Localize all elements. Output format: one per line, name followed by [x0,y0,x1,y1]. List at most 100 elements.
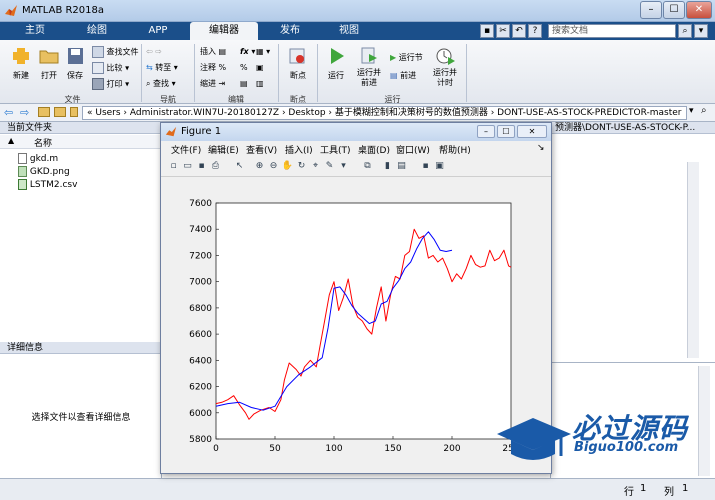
link-plot-icon[interactable]: ⧉ [361,160,374,173]
save-disk-icon[interactable] [62,46,88,66]
menu-dock-icon[interactable]: ↘ [537,143,545,153]
select-arrow-icon[interactable]: ↖ [233,160,246,173]
browse-folder-icon[interactable] [54,107,66,117]
folder-icon [70,107,78,117]
breakpoint-icon[interactable] [285,46,311,66]
sort-arrow-icon[interactable]: ▲ [8,136,14,145]
filter-icon[interactable]: ▾ [694,24,708,38]
name-column-header[interactable]: 名称 [34,136,52,149]
compare-button[interactable]: 比较 ▾ [92,62,129,74]
show-plot-tools-icon[interactable]: ▣ [433,160,446,173]
run-and-time-icon[interactable] [432,46,458,66]
fx-button[interactable]: fx ▾ [240,46,255,58]
run-and-advance-icon[interactable] [356,46,382,66]
insert-legend-icon[interactable]: ▤ [395,160,408,173]
menu-tools[interactable]: 工具(T) [320,143,351,156]
workspace-scrollbar[interactable] [687,162,699,358]
new-figure-icon[interactable]: ▫ [167,160,180,173]
uncomment-icon[interactable]: % [240,62,248,74]
save-button-label[interactable]: 保存 [60,70,90,81]
brush-dropdown-icon[interactable]: ▾ [337,160,350,173]
menu-edit[interactable]: 编辑(E) [208,143,239,156]
indent-label: 缩进 [200,79,216,88]
figure-title-bar[interactable]: Figure 1 – ☐ ✕ [161,123,551,141]
pan-hand-icon[interactable]: ✋ [281,160,294,173]
file-item-lstm2-csv[interactable]: LSTM2.csv [18,179,77,191]
print-button[interactable]: 打印 ▾ [92,78,129,90]
find-button[interactable]: ⌕ 查找 ▾ [146,78,176,90]
figure-maximize-button[interactable]: ☐ [497,125,515,138]
figure-window[interactable]: Figure 1 – ☐ ✕ 文件(F) 编辑(E) 查看(V) 插入(I) 工… [160,122,552,474]
help-quick-icon[interactable]: ? [528,24,542,38]
file-item-gkd-png[interactable]: GKD.png [18,166,70,178]
run-time-button-label[interactable]: 运行并 计时 [428,68,462,88]
maximize-button[interactable]: ☐ [663,1,685,19]
comment-button[interactable]: 注释 % [200,62,226,74]
undo-quick-icon[interactable]: ↶ [512,24,526,38]
run-advance-button-label[interactable]: 运行并 前进 [352,68,386,88]
open-folder-icon[interactable] [36,46,62,66]
x-tick-label: 150 [384,444,401,454]
path-dropdown-icon[interactable]: ▾ [689,106,694,116]
goto-button[interactable]: ⇆ 转至 ▾ [146,62,178,74]
save-figure-icon[interactable]: ▪ [195,160,208,173]
insert-colorbar-icon[interactable]: ▮ [381,160,394,173]
rotate-3d-icon[interactable]: ↻ [295,160,308,173]
tab-editor[interactable]: 编辑器 [190,22,258,40]
menu-file[interactable]: 文件(F) [171,143,201,156]
tab-apps[interactable]: APP [130,22,186,40]
file-item-gkd-m[interactable]: gkd.m [18,153,58,165]
navigate-back-forward[interactable]: ⇦ ⇨ [146,46,162,58]
cut-quick-icon[interactable]: ✂ [496,24,510,38]
function-hints-icon[interactable]: ▦ ▾ [256,46,270,58]
plot-canvas[interactable]: 0501001502002505800600062006400660068007… [161,177,551,473]
zoom-out-icon[interactable]: ⊖ [267,160,280,173]
search-documentation-input[interactable]: 搜索文档 [548,24,676,38]
run-section-button[interactable]: ▶ 运行节 [390,52,423,64]
up-folder-icon[interactable] [38,107,50,117]
advance-button[interactable]: ▤ 前进 [390,70,416,82]
tab-publish[interactable]: 发布 [262,22,318,40]
tab-view[interactable]: 视图 [322,22,376,40]
data-cursor-icon[interactable]: ⌖ [309,160,322,173]
tab-home[interactable]: 主页 [5,22,65,40]
save-quick-icon[interactable]: ▪ [480,24,494,38]
menu-insert[interactable]: 插入(I) [285,143,313,156]
find-files-button[interactable]: 查找文件 [92,46,139,58]
menu-window[interactable]: 窗口(W) [396,143,430,156]
find-magnifier-icon: ⌕ [146,79,151,88]
tab-plots[interactable]: 绘图 [68,22,126,40]
search-icon[interactable]: ⌕ [678,24,692,38]
advance-label: 前进 [400,71,417,80]
brush-icon[interactable]: ✎ [323,160,336,173]
menu-help[interactable]: 帮助(H) [439,143,471,156]
x-tick-label: 50 [269,444,281,454]
zoom-in-icon[interactable]: ⊕ [253,160,266,173]
forward-arrow-icon: ⇨ [155,47,162,56]
wrap-comments-icon[interactable]: ▣ [256,62,264,74]
figure-close-button[interactable]: ✕ [517,125,547,138]
menu-desktop[interactable]: 桌面(D) [358,143,390,156]
new-button-label[interactable]: 新建 [6,70,36,81]
hide-plot-tools-icon[interactable]: ▪ [419,160,432,173]
new-plus-icon[interactable] [8,46,34,66]
menu-view[interactable]: 查看(V) [246,143,277,156]
forward-nav-icon[interactable]: ⇨ [20,106,29,119]
current-folder-path[interactable]: « Users › Administrator.WIN7U-20180127Z … [82,106,687,120]
indent-button[interactable]: 缩进 ⇥ [200,78,225,90]
search-folder-icon[interactable]: ⌕ [701,105,707,116]
open-file-icon[interactable]: ▭ [181,160,194,173]
close-button[interactable]: ✕ [686,1,712,19]
increase-indent-icon[interactable]: ▤ [240,78,248,90]
minimize-button[interactable]: – [640,1,662,19]
figure-minimize-button[interactable]: – [477,125,495,138]
back-nav-icon[interactable]: ⇦ [4,106,13,119]
decrease-indent-icon[interactable]: ▥ [256,78,264,90]
run-button-label[interactable]: 运行 [321,70,351,81]
print-figure-icon[interactable]: ⎙ [209,160,222,173]
run-play-icon[interactable] [324,46,350,66]
command-window-scrollbar[interactable] [698,366,710,476]
axes-box[interactable] [215,202,512,440]
insert-button[interactable]: 插入 ▤ [200,46,226,58]
breakpoints-button-label[interactable]: 断点 [282,70,314,81]
